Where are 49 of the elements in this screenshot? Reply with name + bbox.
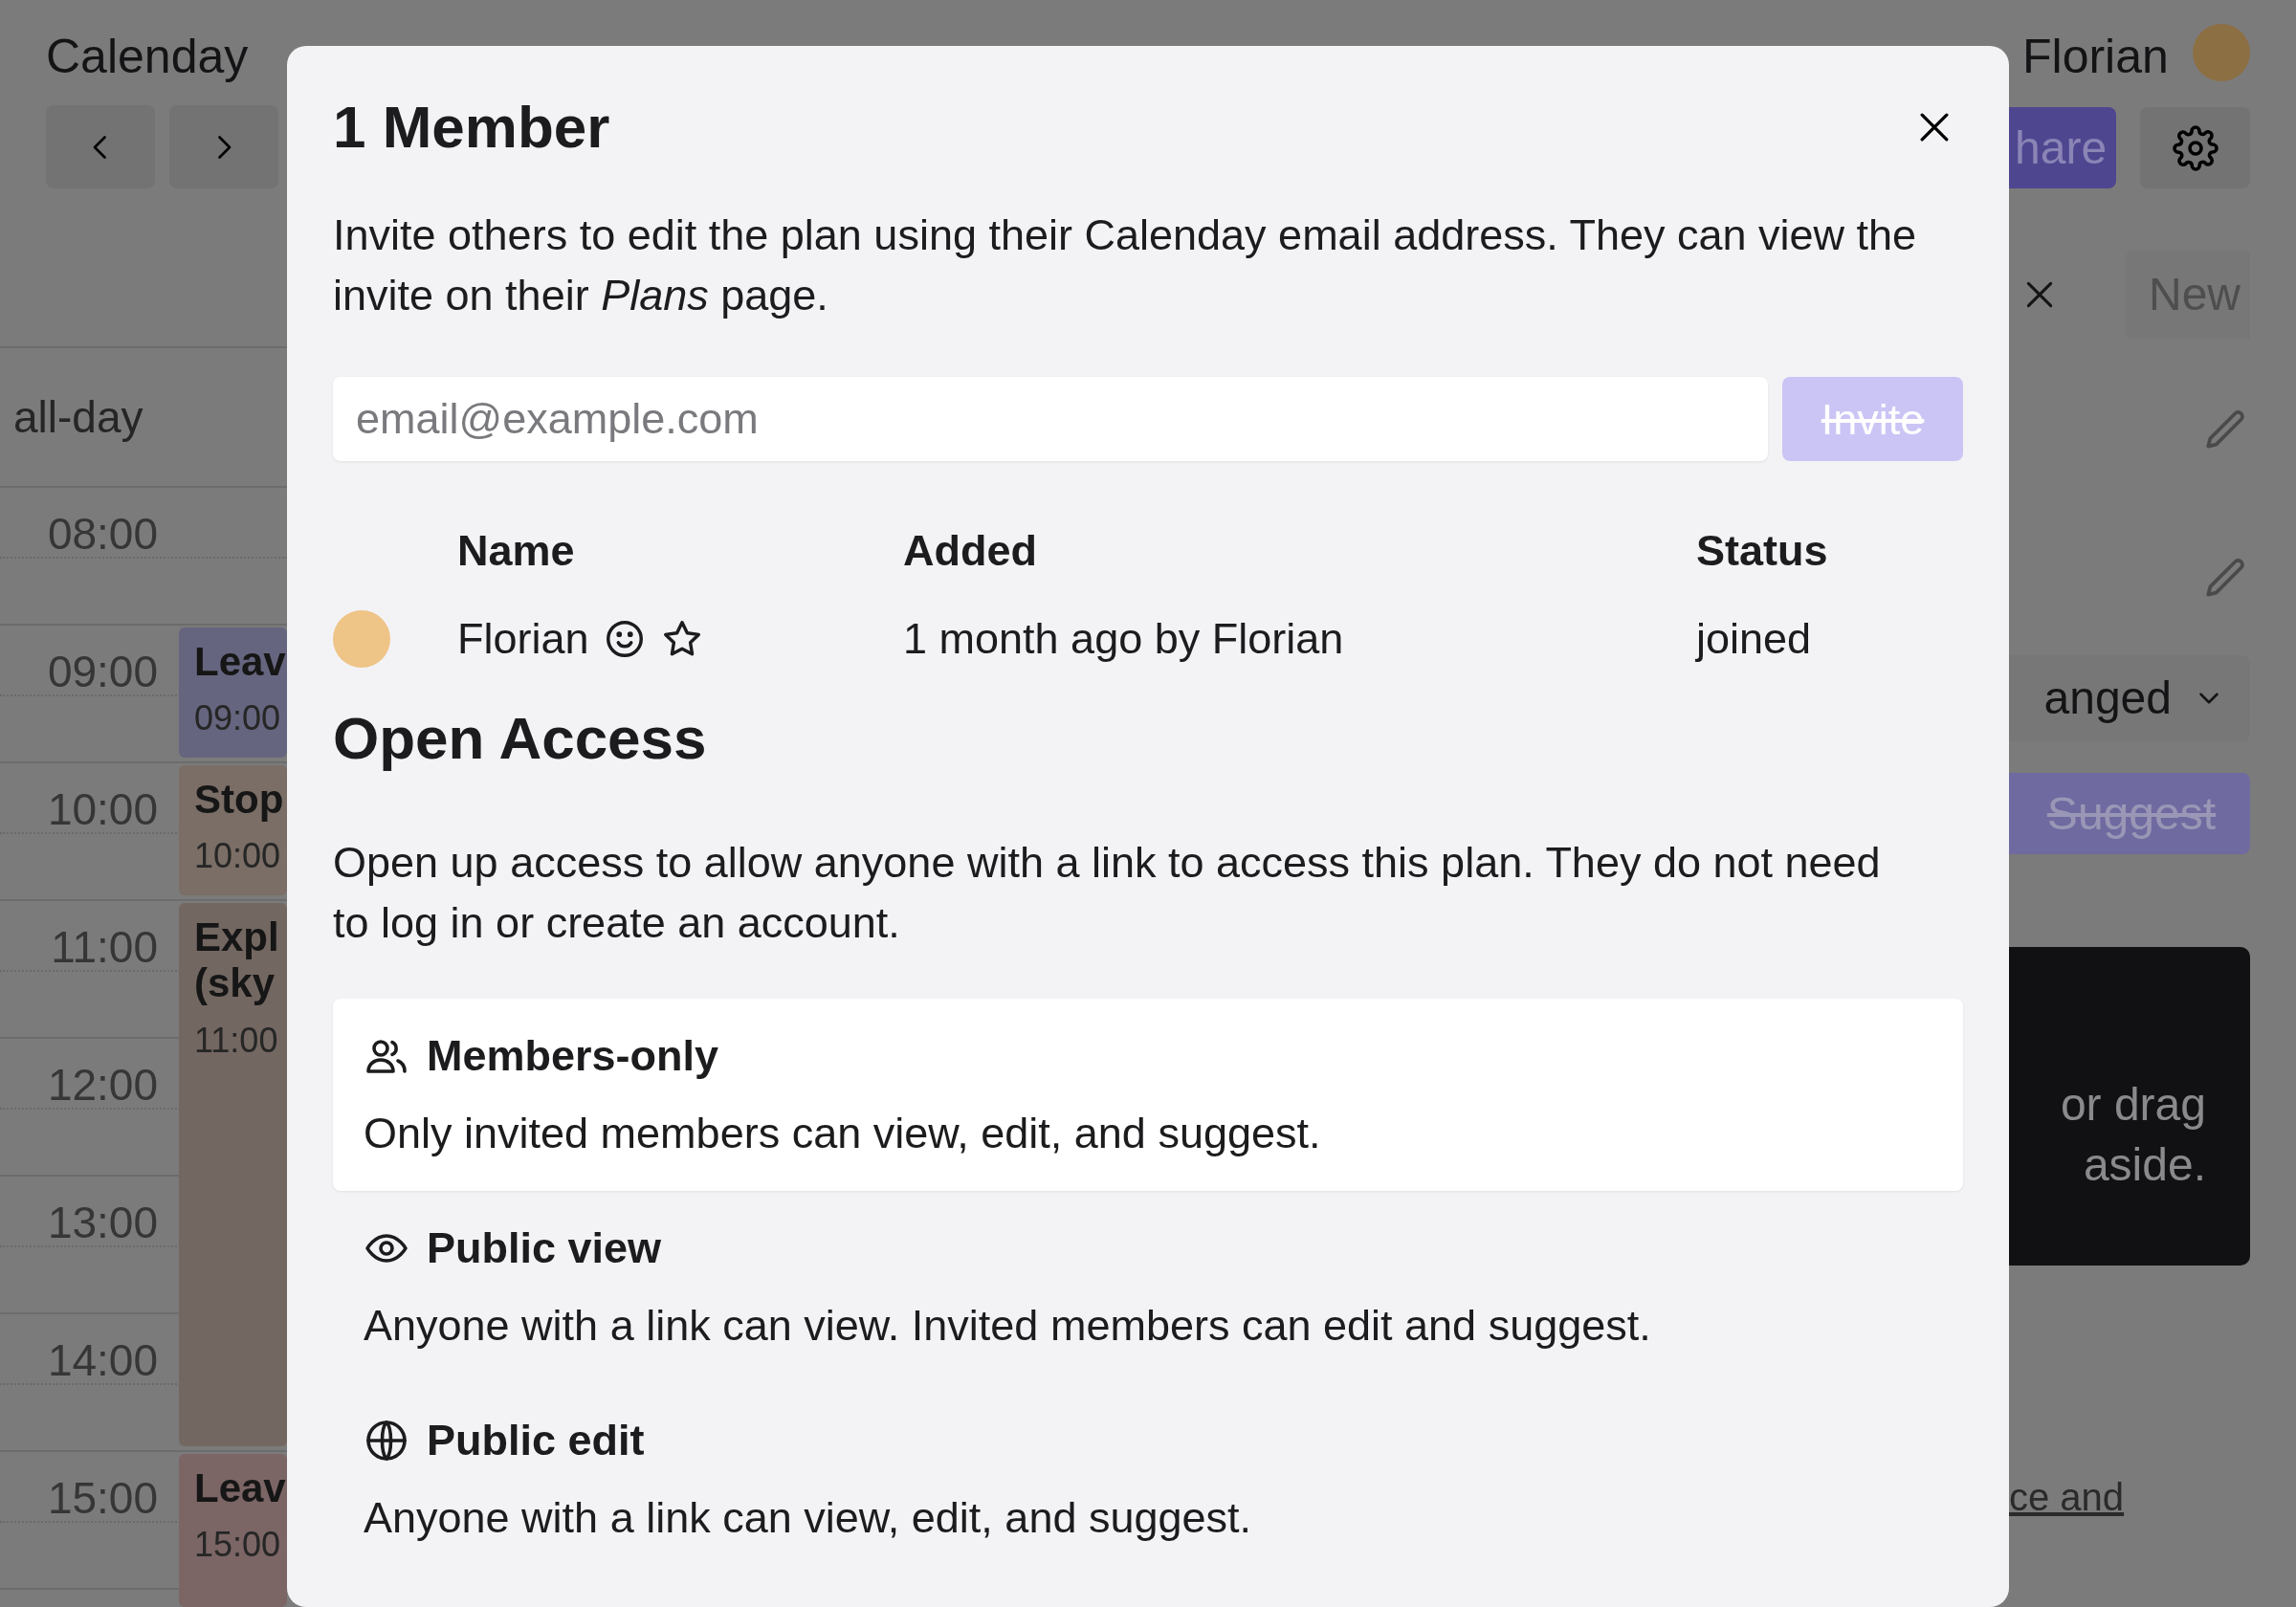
- event-card[interactable]: Leav 15:00: [179, 1454, 287, 1607]
- hour-label: 11:00: [51, 921, 158, 974]
- added-cell-text: 1 month ago by Florian: [903, 612, 1345, 665]
- event-card[interactable]: Stop 10:00: [179, 765, 287, 895]
- hour-label: 09:00: [47, 646, 158, 698]
- event-title: Expl: [194, 914, 279, 961]
- option-title: Public edit: [427, 1414, 645, 1466]
- event-title: Stop: [194, 777, 284, 824]
- event-time: 09:00: [194, 697, 281, 740]
- filter-dropdown[interactable]: anged: [2009, 655, 2250, 741]
- event-time: 11:00: [194, 1019, 278, 1062]
- column-header: Name: [457, 525, 576, 578]
- hour-label: 10:00: [47, 783, 158, 836]
- section-description: Open up access to allow anyone with a link to access this plan. They do not need to log in or create an account.: [333, 836, 1882, 949]
- hour-label: 13:00: [47, 1197, 158, 1249]
- all-day-label: all-day: [13, 390, 144, 444]
- app-title: Calenday: [46, 29, 249, 85]
- share-button[interactable]: hare: [2009, 107, 2116, 188]
- member-name: Florian: [457, 612, 589, 665]
- hour-label: 12:00: [47, 1059, 158, 1112]
- event-title: Leav: [194, 1465, 286, 1512]
- event-card[interactable]: Leav 09:00: [179, 627, 287, 758]
- dialog-title: 1 Member: [333, 93, 610, 162]
- option-description: Anyone with a link can view. Invited members can edit and suggest.: [364, 1300, 1652, 1353]
- hour-label: 15:00: [47, 1472, 158, 1525]
- access-option[interactable]: Public edit Anyone with a link can view, edit, and suggest.: [333, 1382, 1963, 1575]
- hour-label: 08:00: [47, 508, 158, 561]
- event-title: Leav: [194, 639, 286, 686]
- option-title: Public view: [427, 1222, 662, 1274]
- section-heading: Open Access: [333, 704, 708, 774]
- status-cell-text: joined: [1696, 612, 1813, 665]
- user-name: Florian: [2022, 29, 2169, 85]
- column-header: Added: [903, 525, 1038, 578]
- intro-text: Invite others to edit the plan using their Calenday email address. They can view the invite on their Plans page.: [333, 209, 1918, 322]
- event-time: 15:00: [194, 1524, 281, 1567]
- option-description: Only invited members can view, edit, and suggest.: [364, 1108, 1322, 1160]
- access-option[interactable]: Members-only Only invited members can view, edit, and suggest.: [333, 998, 1963, 1191]
- event-card[interactable]: Expl (sky 11:00: [179, 903, 287, 1446]
- event-title: (sky: [194, 960, 276, 1007]
- option-description: Anyone with a link can view, edit, and suggest.: [364, 1492, 1253, 1545]
- option-title: Members-only: [427, 1029, 719, 1082]
- hint-text: or drag: [2060, 1078, 2206, 1133]
- event-time: 10:00: [194, 835, 281, 878]
- access-option[interactable]: Public view Anyone with a link can view. Invited members can edit and suggest.: [333, 1190, 1963, 1383]
- column-header: Status: [1696, 525, 1829, 578]
- hour-label: 14:00: [47, 1334, 158, 1387]
- hint-text: aside.: [2083, 1137, 2206, 1192]
- text-link[interactable]: ce and: [2009, 1468, 2125, 1526]
- email-field[interactable]: email@example.com: [333, 377, 1768, 462]
